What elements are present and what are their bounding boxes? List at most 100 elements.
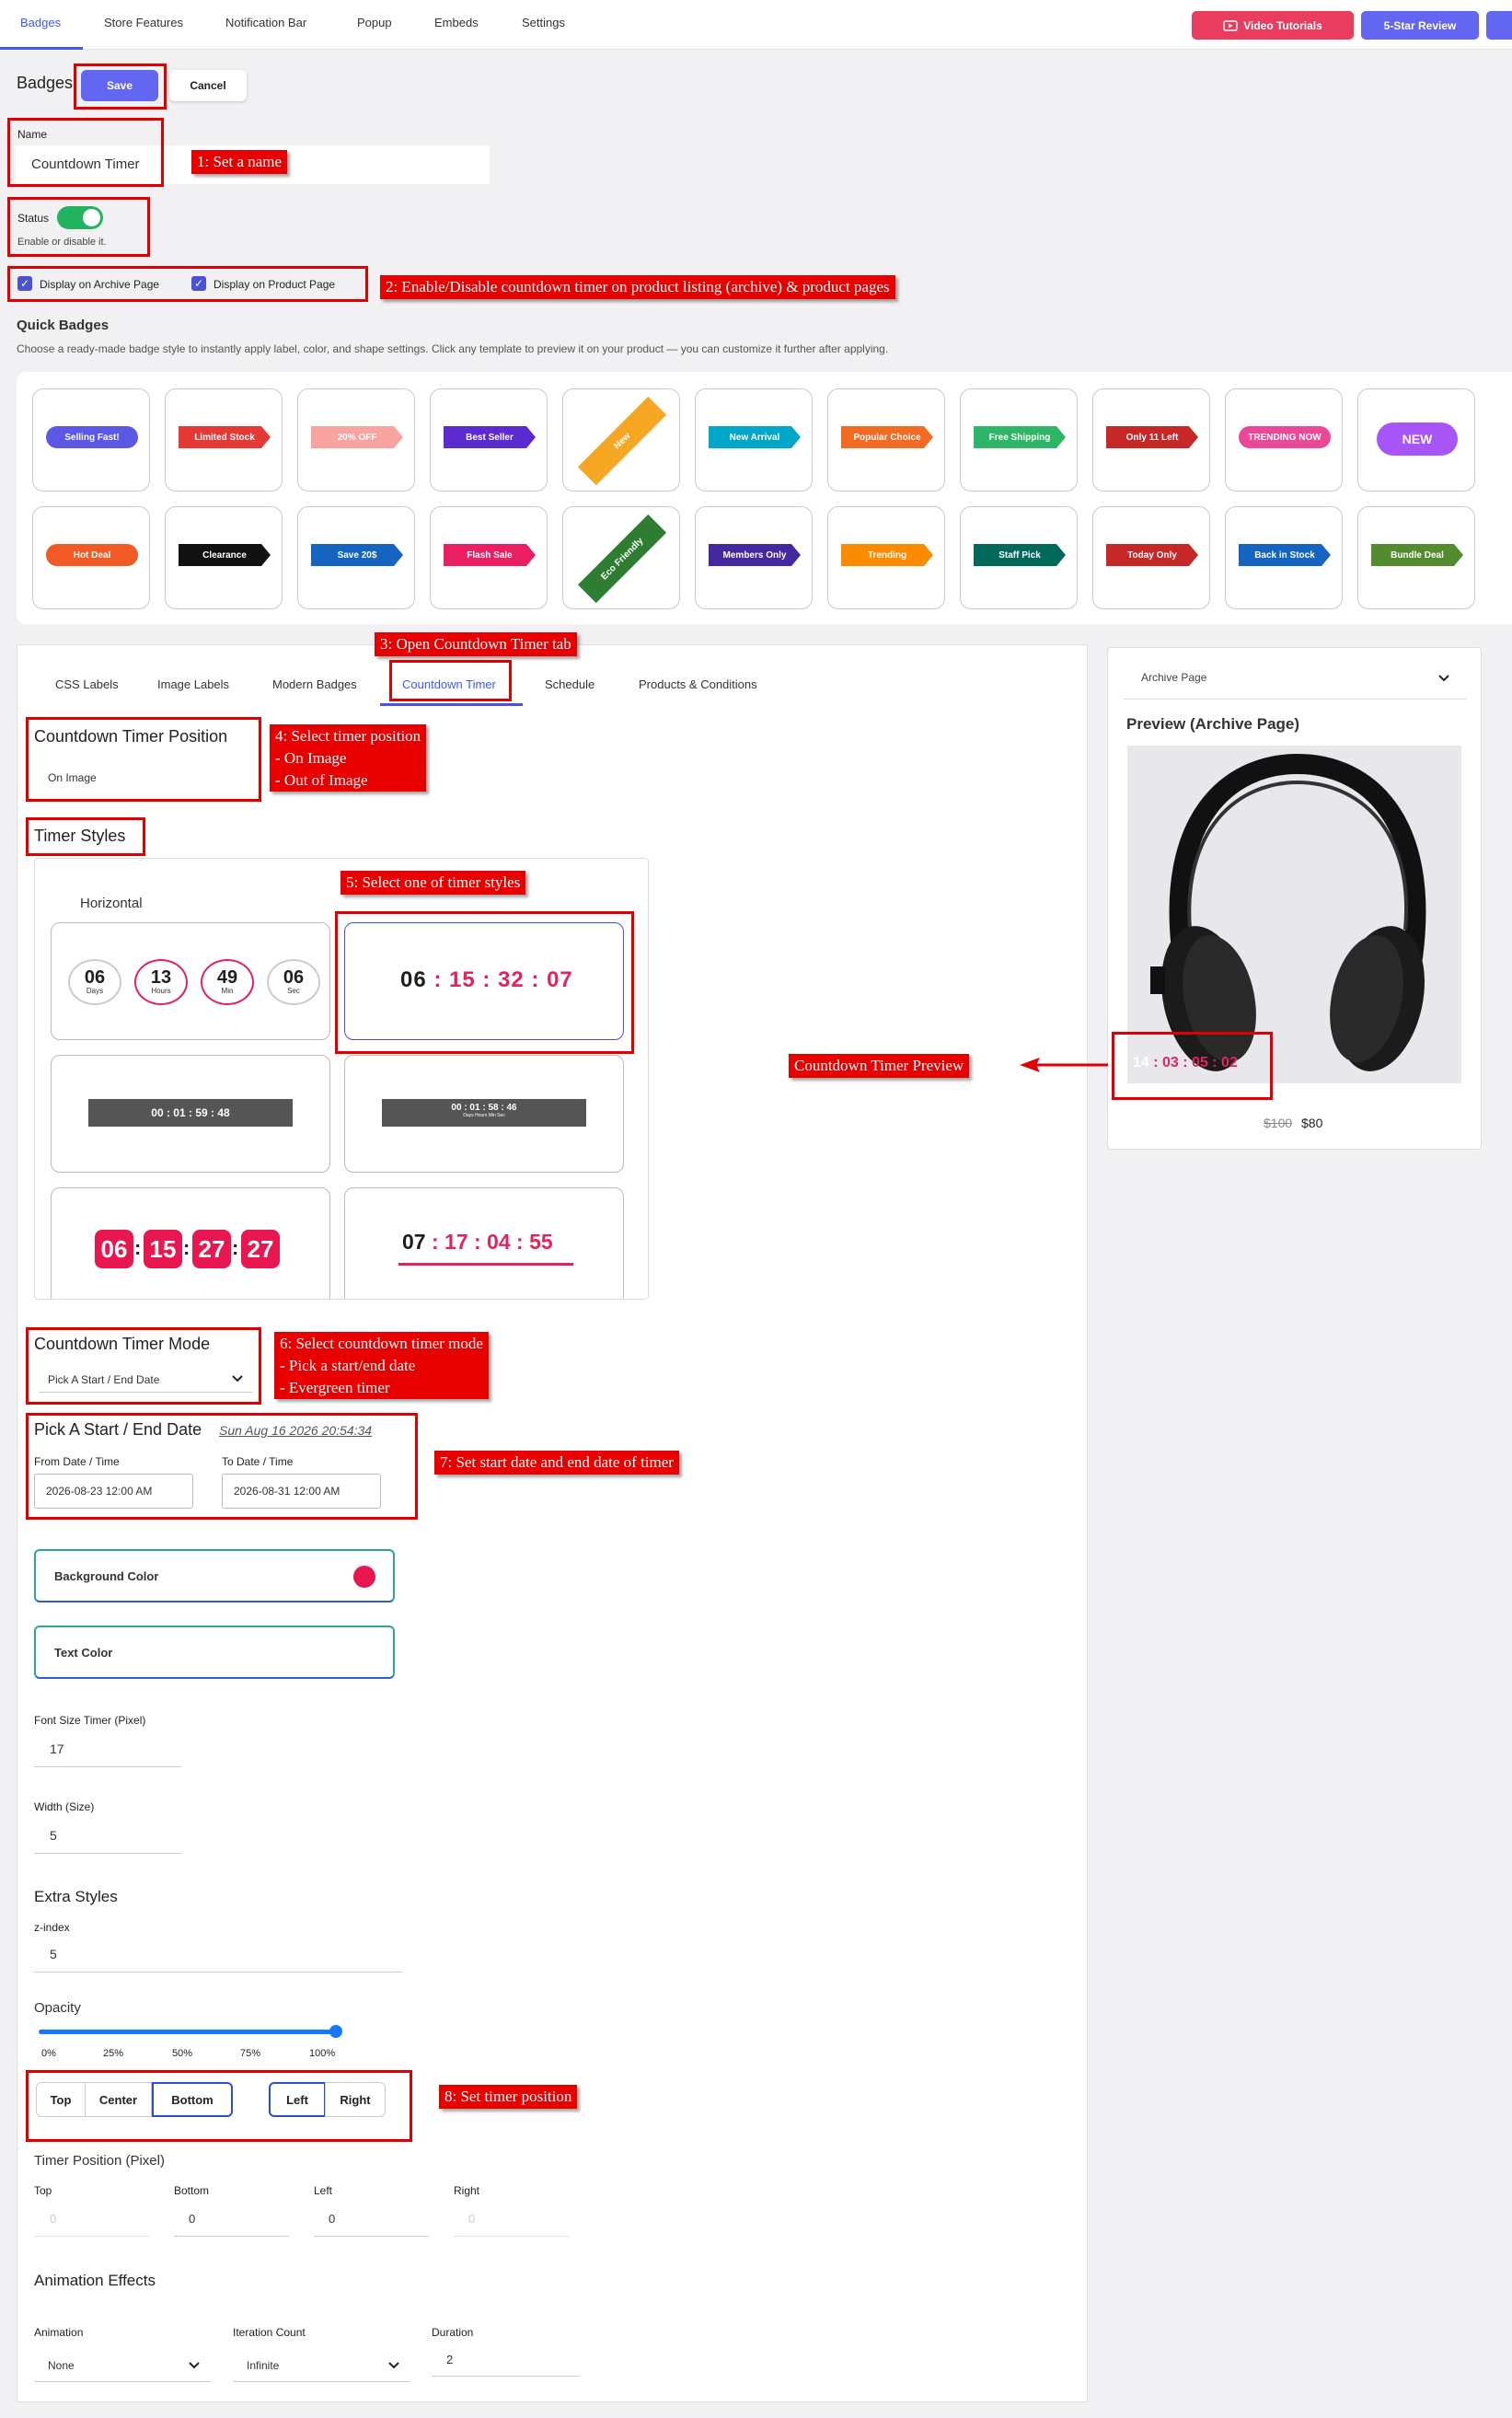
iteration-select[interactable]: Infinite (247, 2359, 279, 2372)
active-tab-indicator (0, 47, 83, 50)
quick-badge-card[interactable]: Today Only (1092, 506, 1210, 609)
tab-modern-badges[interactable]: Modern Badges (272, 677, 357, 691)
quick-badge-card[interactable]: Trending (827, 506, 945, 609)
quick-badge-card[interactable]: Back in Stock (1225, 506, 1343, 609)
nav-tab-store-features[interactable]: Store Features (104, 16, 183, 29)
quick-badge-card[interactable]: TRENDING NOW (1225, 388, 1343, 492)
nav-tab-settings[interactable]: Settings (522, 16, 565, 29)
quick-badge-card[interactable]: Save 20$ (297, 506, 415, 609)
timer-box-hours: 15 (144, 1230, 182, 1268)
annotation-note-4-line-1: 4: Select timer position (275, 727, 421, 745)
quick-badge-label: New Arrival (709, 426, 801, 448)
tab-css-labels[interactable]: CSS Labels (55, 677, 119, 691)
pixel-bottom-input[interactable]: 0 (189, 2212, 195, 2226)
pixel-left-underline (314, 2236, 429, 2237)
quick-badge-card[interactable]: Best Seller (430, 388, 548, 492)
annotation-note-2: 2: Enable/Disable countdown timer on pro… (380, 275, 895, 299)
five-star-review-label: 5-Star Review (1383, 18, 1457, 32)
quick-badge-card[interactable]: Flash Sale (430, 506, 548, 609)
annotation-note-6: 6: Select countdown timer mode - Pick a … (274, 1332, 489, 1400)
annotation-note-4: 4: Select timer position - On Image - Ou… (270, 724, 427, 793)
timer-style-4-value: 00 : 01 : 58 : 46 Days Hours Min Sec (382, 1099, 586, 1127)
quick-badge-card[interactable]: Eco Friendly (562, 506, 680, 609)
annotation-note-3: 3: Open Countdown Timer tab (375, 632, 577, 656)
quick-badge-card[interactable]: Members Only (695, 506, 813, 609)
overflow-header-button[interactable] (1486, 11, 1512, 40)
font-size-underline (34, 1766, 181, 1767)
text-color-picker[interactable]: Text Color (34, 1625, 395, 1679)
animation-label: Animation (34, 2326, 84, 2339)
quick-badge-card[interactable]: 20% OFF (297, 388, 415, 492)
annotation-note-6-line-2: - Pick a start/end date (280, 1356, 416, 1374)
zindex-label: z-index (34, 1921, 70, 1934)
tab-image-labels[interactable]: Image Labels (157, 677, 229, 691)
quick-badge-card[interactable]: Limited Stock (165, 388, 283, 492)
opacity-slider-thumb[interactable] (329, 2025, 342, 2038)
width-input[interactable]: 5 (50, 1828, 57, 1843)
quick-badge-card[interactable]: New (562, 388, 680, 492)
background-color-picker[interactable]: Background Color (34, 1549, 395, 1602)
nav-tab-notification-bar[interactable]: Notification Bar (225, 16, 306, 29)
quick-badge-label: Back in Stock (1239, 544, 1331, 566)
quick-badge-card[interactable]: New Arrival (695, 388, 813, 492)
background-color-swatch[interactable] (353, 1566, 375, 1588)
pixel-right-input[interactable]: 0 (468, 2212, 475, 2226)
annotation-box-status (7, 197, 150, 257)
width-label: Width (Size) (34, 1800, 95, 1813)
quick-badge-card[interactable]: Staff Pick (960, 506, 1078, 609)
quick-badge-label: Only 11 Left (1106, 426, 1198, 448)
timer-style-dark-bar[interactable]: 00 : 01 : 59 : 48 (51, 1055, 330, 1173)
annotation-note-8: 8: Set timer position (439, 2085, 578, 2109)
quick-badge-card[interactable]: Selling Fast! (32, 388, 150, 492)
opacity-slider-track[interactable] (39, 2030, 337, 2034)
quick-badge-label: Best Seller (444, 426, 536, 448)
quick-badge-label: TRENDING NOW (1239, 426, 1331, 448)
timer-circle-min: 49 Min (201, 959, 254, 1005)
tab-schedule[interactable]: Schedule (545, 677, 594, 691)
timer-style-red-boxes[interactable]: 06 : 15 : 27 : 27 (51, 1187, 330, 1299)
top-navigation: Badges Store Features Notification Bar P… (0, 0, 1512, 50)
quick-badge-card[interactable]: Bundle Deal (1357, 506, 1475, 609)
nav-tab-embeds[interactable]: Embeds (434, 16, 479, 29)
animation-title: Animation Effects (34, 2272, 156, 2289)
quick-badge-card[interactable]: Only 11 Left (1092, 388, 1210, 492)
duration-input[interactable]: 2 (446, 2353, 453, 2366)
opacity-tick-100: 100% (309, 2048, 336, 2059)
current-price: $80 (1301, 1116, 1323, 1130)
preview-page-select-value: Archive Page (1141, 671, 1207, 684)
nav-tab-badges[interactable]: Badges (20, 16, 61, 29)
timer-style-circles[interactable]: 06 Days 13 Hours 49 Min 06 Sec (51, 922, 330, 1040)
preview-page-select[interactable]: Archive Page (1124, 658, 1466, 700)
pixel-left-input[interactable]: 0 (329, 2212, 335, 2226)
quick-badge-label: Members Only (709, 544, 801, 566)
timer-style-underlined[interactable]: 07 : 17 : 04 : 55 (344, 1187, 624, 1299)
zindex-input[interactable]: 5 (50, 1947, 57, 1961)
quick-badge-card[interactable]: Popular Choice (827, 388, 945, 492)
annotation-note-1: 1: Set a name (191, 150, 288, 174)
pixel-position-title: Timer Position (Pixel) (34, 2153, 165, 2169)
pixel-left-label: Left (314, 2184, 333, 2197)
timer-orientation-label: Horizontal (80, 896, 143, 911)
cancel-button[interactable]: Cancel (169, 70, 247, 101)
annotation-note-4-line-3: - Out of Image (275, 770, 368, 789)
annotation-box-name (7, 118, 164, 187)
quick-badge-label: 20% OFF (311, 426, 403, 448)
arrow-left-icon (1020, 1058, 1108, 1072)
quick-badge-card[interactable]: Clearance (165, 506, 283, 609)
quick-badge-card[interactable]: NEW (1357, 388, 1475, 492)
video-tutorials-button[interactable]: Video Tutorials (1192, 11, 1354, 40)
quick-badge-card[interactable]: Hot Deal (32, 506, 150, 609)
five-star-review-button[interactable]: 5-Star Review (1361, 11, 1479, 40)
annotation-box-preview (1112, 1032, 1273, 1100)
pixel-top-underline (34, 2236, 149, 2237)
pixel-top-input[interactable]: 0 (50, 2212, 56, 2226)
timer-style-dark-bar-units[interactable]: 00 : 01 : 58 : 46 Days Hours Min Sec (344, 1055, 624, 1173)
font-size-input[interactable]: 17 (50, 1741, 64, 1756)
tab-products-conditions[interactable]: Products & Conditions (639, 677, 757, 691)
nav-tab-popup[interactable]: Popup (357, 16, 392, 29)
annotation-box-display (7, 266, 368, 302)
animation-select[interactable]: None (48, 2359, 75, 2372)
timer-colon: : (134, 1236, 142, 1259)
quick-badge-card[interactable]: Free Shipping (960, 388, 1078, 492)
opacity-tick-50: 50% (172, 2048, 193, 2059)
